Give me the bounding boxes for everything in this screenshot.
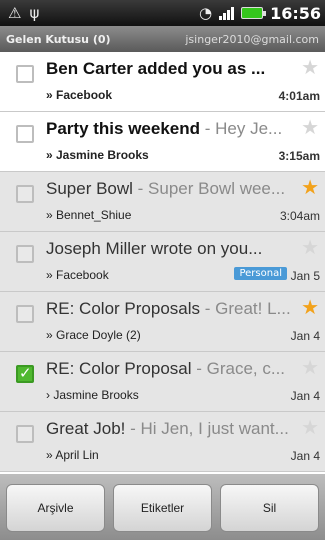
message-time: 3:15am — [278, 149, 320, 163]
star-icon[interactable]: ★ — [301, 417, 319, 437]
select-checkbox[interactable] — [16, 65, 34, 83]
message-row[interactable]: Great Job! - Hi Jen, I just want... ★ » … — [0, 412, 325, 472]
message-sender: » Grace Doyle (2) — [46, 328, 141, 342]
message-snippet: - Hi Jen, I just want... — [125, 419, 289, 438]
message-subject-line: RE: Color Proposals - Great! L... — [46, 299, 296, 323]
message-sender: › Jasmine Brooks — [46, 388, 139, 402]
message-row[interactable]: RE: Color Proposals - Great! L... ★ » Gr… — [0, 292, 325, 352]
star-icon[interactable]: ★ — [301, 297, 319, 317]
message-time: 3:04am — [279, 209, 320, 223]
account-email: jsinger2010@gmail.com — [185, 32, 319, 46]
message-time: Jan 5 — [290, 269, 320, 283]
labels-button[interactable]: Etiketler — [113, 484, 212, 532]
message-subject-line: Great Job! - Hi Jen, I just want... — [46, 419, 296, 443]
star-icon[interactable]: ★ — [301, 117, 319, 137]
message-sender: » Bennet_Shiue — [46, 208, 132, 222]
select-checkbox[interactable] — [16, 425, 34, 443]
star-icon[interactable]: ★ — [301, 357, 319, 377]
message-subject: Joseph Miller wrote on you... — [46, 239, 263, 258]
message-label: Personal — [234, 267, 287, 280]
select-checkbox[interactable] — [16, 364, 34, 383]
message-time: Jan 4 — [290, 389, 320, 403]
message-subject: RE: Color Proposals — [46, 299, 201, 318]
message-snippet: - Super Bowl wee... — [132, 179, 286, 198]
signal-icon — [219, 6, 235, 20]
message-sender: » Facebook — [46, 268, 109, 282]
message-sender: » Facebook — [46, 88, 113, 102]
star-icon[interactable]: ★ — [301, 237, 319, 257]
message-subject-line: Joseph Miller wrote on you... — [46, 239, 296, 263]
message-subject: Great Job! — [46, 419, 126, 438]
message-subject-line: RE: Color Proposal - Grace, c... — [46, 359, 296, 383]
message-time: Jan 4 — [290, 329, 320, 343]
message-subject: RE: Color Proposal — [46, 359, 192, 378]
star-icon[interactable]: ★ — [301, 177, 319, 197]
message-snippet: - Grace, c... — [191, 359, 286, 378]
account-header: Gelen Kutusu (0) jsinger2010@gmail.com — [0, 26, 325, 52]
archive-button[interactable]: Arşivle — [6, 484, 105, 532]
message-time: 4:01am — [278, 89, 320, 103]
message-row[interactable]: Joseph Miller wrote on you... ★ » Facebo… — [0, 232, 325, 292]
delete-button[interactable]: Sil — [220, 484, 319, 532]
message-row[interactable]: Super Bowl - Super Bowl wee... ★ » Benne… — [0, 172, 325, 232]
message-subject-line: Party this weekend - Hey Je... — [46, 119, 296, 143]
message-time: Jan 4 — [290, 449, 320, 463]
usb-debug-icon: ⚠ — [8, 3, 22, 22]
message-snippet: - Hey Je... — [200, 119, 283, 138]
battery-icon — [241, 7, 267, 19]
wifi-icon: ◔ — [198, 3, 213, 22]
message-list: Ben Carter added you as ... ★ » Facebook… — [0, 52, 325, 474]
message-subject-line: Super Bowl - Super Bowl wee... — [46, 179, 296, 203]
message-row[interactable]: Party this weekend - Hey Je... ★ » Jasmi… — [0, 112, 325, 172]
message-subject: Ben Carter added you as ... — [46, 59, 266, 78]
message-sender: » April Lin — [46, 448, 99, 462]
action-bar: Arşivle Etiketler Sil — [0, 474, 325, 540]
message-row[interactable]: Ben Carter added you as ... ★ » Facebook… — [0, 52, 325, 112]
clock: 16:56 — [270, 3, 321, 23]
message-row[interactable]: RE: Color Proposal - Grace, c... ★ › Jas… — [0, 352, 325, 412]
select-checkbox[interactable] — [16, 125, 34, 143]
status-bar: ⚠ ψ ◔ 16:56 — [0, 0, 325, 26]
message-subject-line: Ben Carter added you as ... — [46, 59, 296, 83]
message-sender: » Jasmine Brooks — [46, 148, 149, 162]
inbox-label: Gelen Kutusu (0) — [6, 32, 111, 46]
message-subject: Super Bowl — [46, 179, 133, 198]
star-icon[interactable]: ★ — [301, 57, 319, 77]
select-checkbox[interactable] — [16, 245, 34, 263]
usb-icon: ψ — [29, 3, 40, 22]
message-subject: Party this weekend — [46, 119, 201, 138]
select-checkbox[interactable] — [16, 305, 34, 323]
select-checkbox[interactable] — [16, 185, 34, 203]
message-snippet: - Great! L... — [200, 299, 291, 318]
